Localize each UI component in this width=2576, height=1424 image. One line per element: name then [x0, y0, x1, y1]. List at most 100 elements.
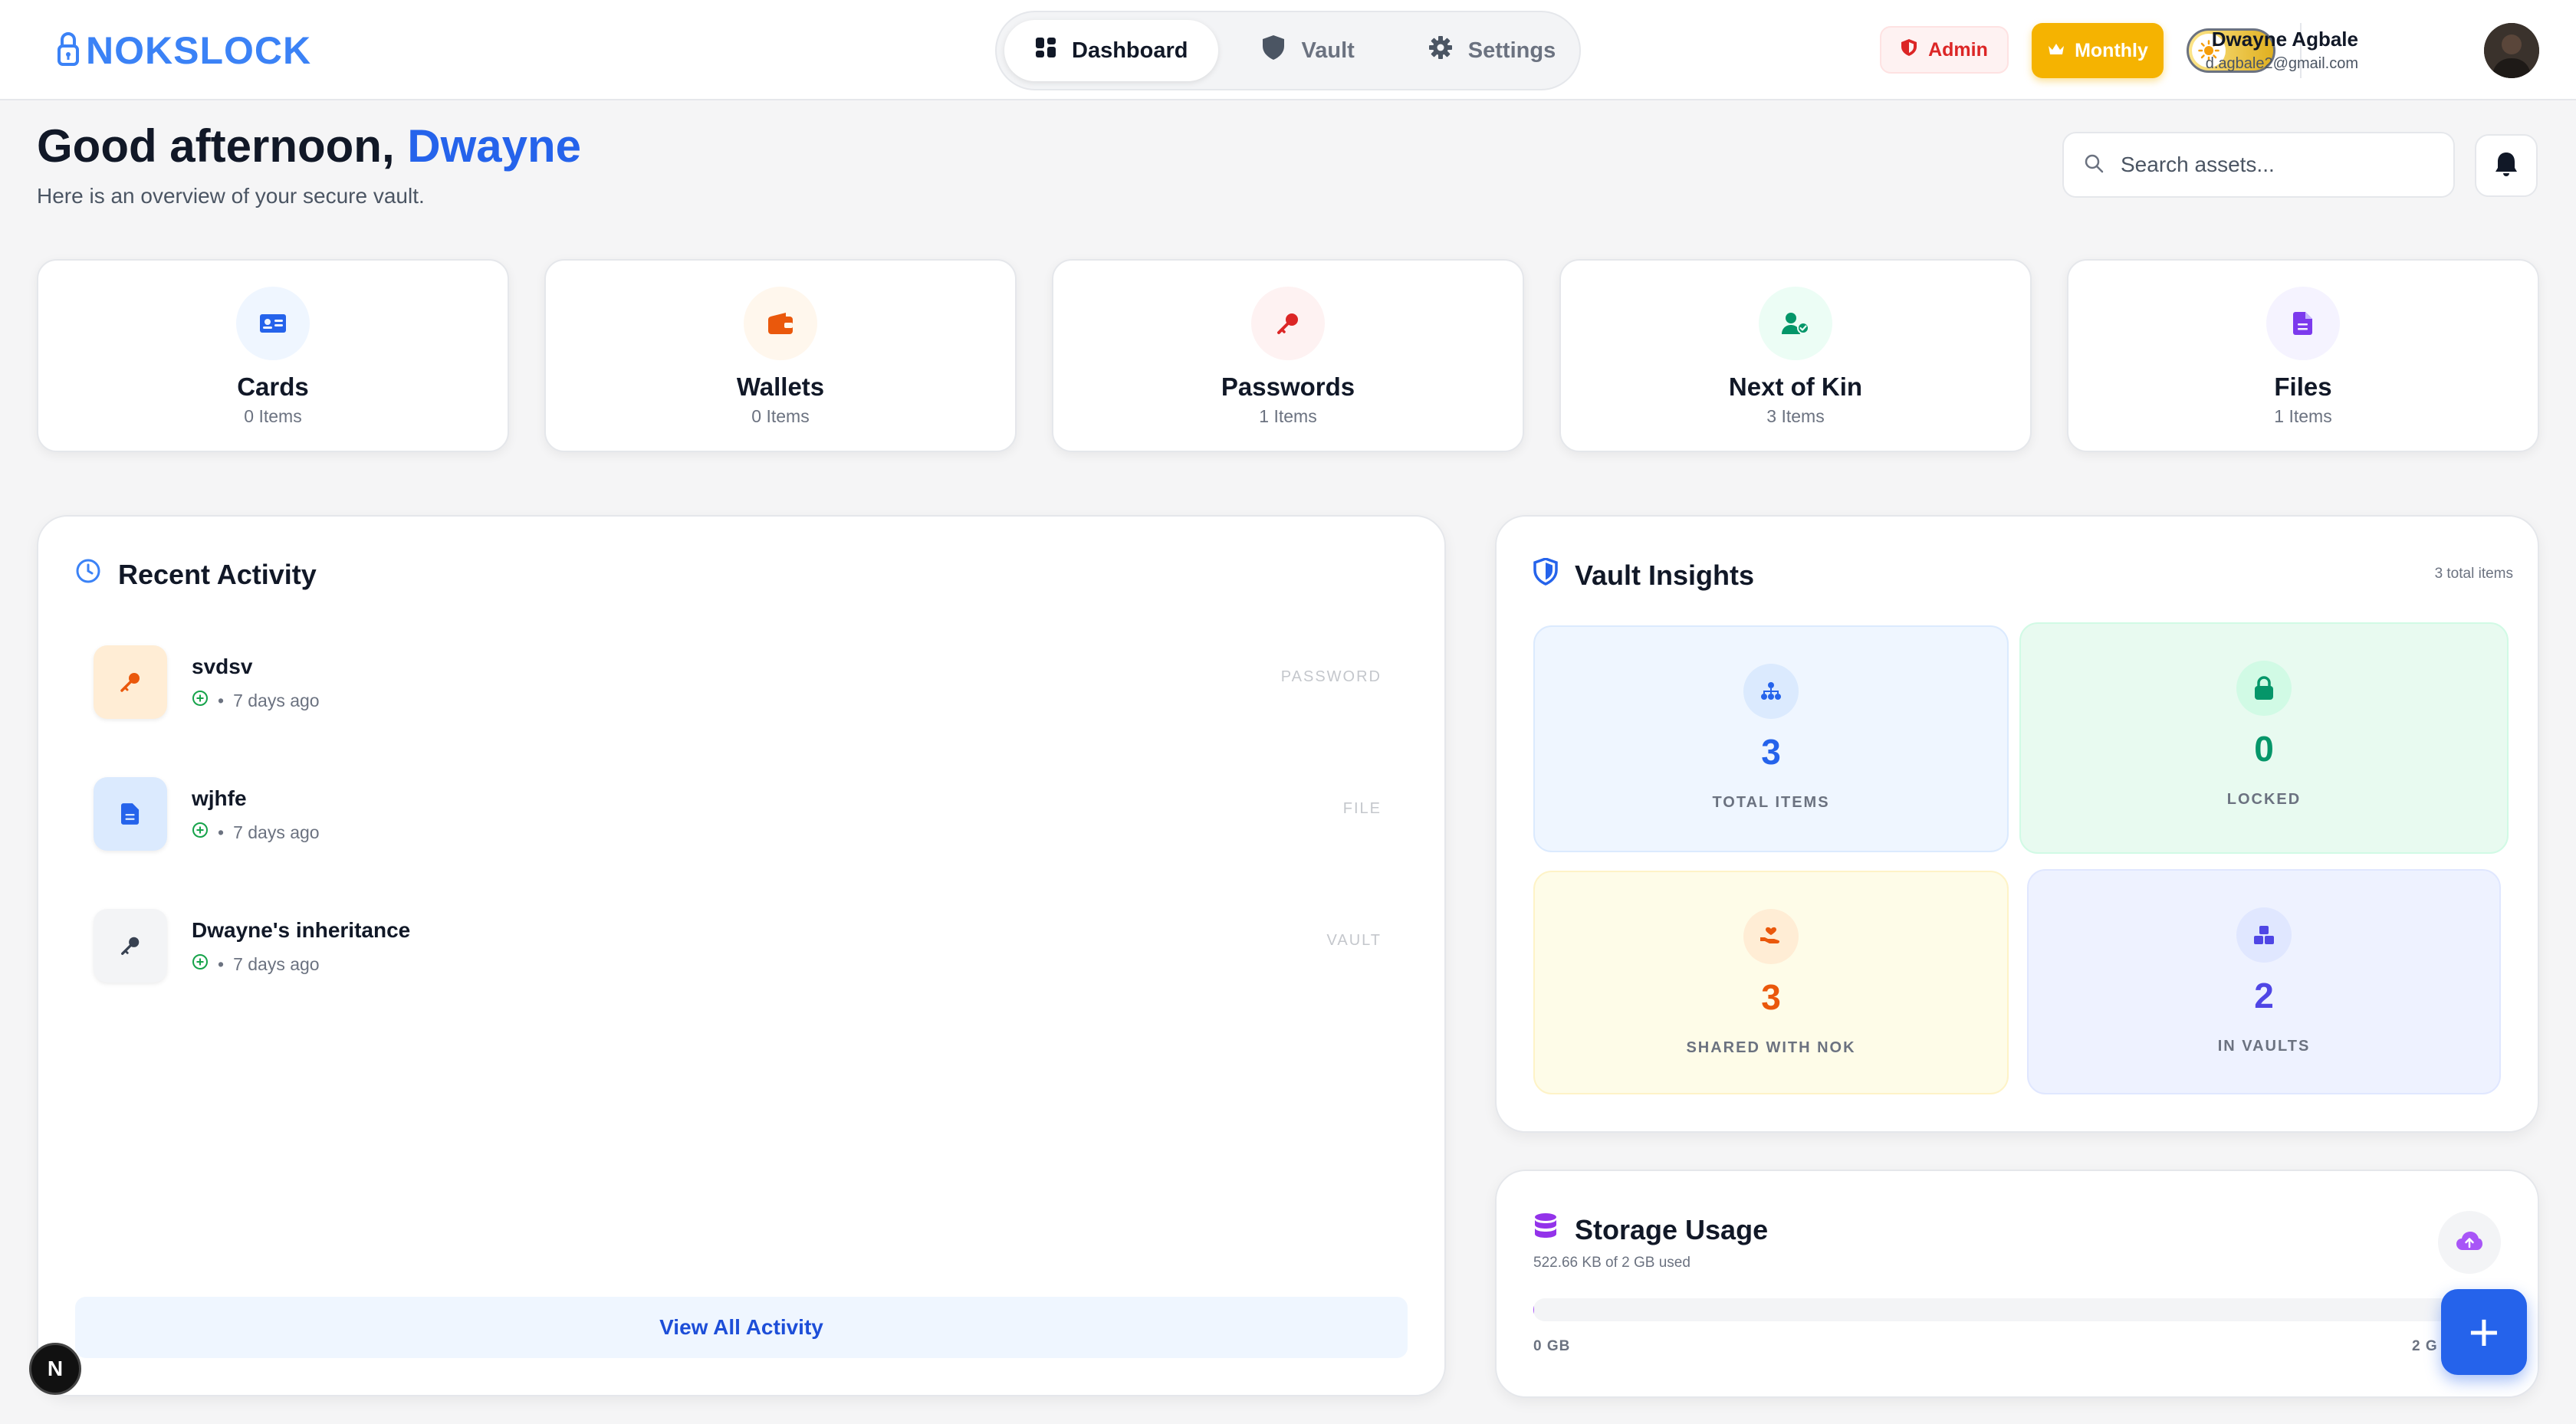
insight-value: 3 — [1761, 732, 1781, 772]
network-icon — [1743, 664, 1799, 719]
search-box[interactable] — [2062, 132, 2455, 198]
activity-time: 7 days ago — [233, 822, 320, 842]
category-card-passwords[interactable]: Passwords 1 Items — [1052, 259, 1524, 452]
insight-label: SHARED WITH NOK — [1686, 1039, 1856, 1056]
user-check-icon — [1759, 287, 1832, 360]
user-name: Dwayne Agbale — [2211, 28, 2358, 51]
key-icon — [94, 909, 167, 983]
key-icon — [94, 645, 167, 719]
category-title: Passwords — [1221, 372, 1355, 401]
list-item[interactable]: svdsv • 7 days ago PASSWORD — [94, 645, 1382, 722]
shield-icon — [1901, 38, 1917, 62]
plus-circle-icon — [192, 822, 209, 843]
page-subtitle: Here is an overview of your secure vault… — [37, 184, 425, 208]
plan-badge[interactable]: Monthly — [2032, 23, 2164, 78]
plan-badge-label: Monthly — [2075, 39, 2148, 61]
nav-dashboard[interactable]: Dashboard — [1004, 20, 1219, 81]
main-nav: Dashboard Vault Settings — [995, 11, 1581, 90]
user-email: d.agbale2@gmail.com — [2205, 55, 2358, 72]
activity-meta: • 7 days ago — [192, 690, 320, 711]
shield-icon — [1261, 34, 1286, 67]
boxes-icon — [2236, 907, 2292, 963]
activity-meta: • 7 days ago — [192, 953, 320, 975]
insight-value: 0 — [2254, 729, 2274, 769]
category-count: 1 Items — [2274, 406, 2332, 426]
insight-label: TOTAL ITEMS — [1712, 794, 1830, 811]
category-card-files[interactable]: Files 1 Items — [2067, 259, 2539, 452]
storage-usage-title: Storage Usage — [1575, 1213, 1769, 1245]
id-card-icon — [236, 287, 310, 360]
search-icon — [2084, 153, 2104, 177]
activity-time: 7 days ago — [233, 953, 320, 974]
dev-tools-badge[interactable]: N — [29, 1343, 81, 1395]
notifications-button[interactable] — [2475, 134, 2538, 197]
storage-usage-panel — [1495, 1170, 2539, 1398]
nav-vault-label: Vault — [1301, 38, 1355, 63]
vault-insights-header: Vault Insights — [1533, 557, 1755, 592]
search-input[interactable] — [2121, 153, 2427, 177]
dot-separator: • — [218, 822, 225, 842]
insight-label: LOCKED — [2226, 791, 2302, 808]
activity-time: 7 days ago — [233, 690, 320, 710]
category-count: 0 Items — [751, 406, 810, 426]
category-title: Files — [2274, 372, 2332, 401]
storage-usage-header: Storage Usage — [1533, 1212, 1768, 1247]
category-title: Next of Kin — [1728, 372, 1863, 401]
lock-icon — [57, 31, 80, 71]
shield-icon — [1533, 557, 1558, 592]
wallet-icon — [744, 287, 817, 360]
activity-title: wjhfe — [192, 786, 247, 810]
brand-logo[interactable]: NOKSLOCK — [57, 28, 311, 74]
nav-dashboard-label: Dashboard — [1072, 38, 1188, 63]
list-item[interactable]: Dwayne's inheritance • 7 days ago VAULT — [94, 909, 1382, 986]
dot-separator: • — [218, 953, 225, 974]
insight-value: 3 — [1761, 977, 1781, 1017]
file-icon — [94, 777, 167, 851]
storage-progress-bar — [1533, 1298, 2501, 1321]
page-title: Good afternoon, Dwayne — [37, 120, 581, 172]
plus-circle-icon — [192, 690, 209, 711]
storage-min-label: 0 GB — [1533, 1338, 1571, 1354]
grid-icon — [1035, 37, 1056, 64]
total-items-label: 3 total items — [2434, 566, 2513, 582]
file-icon — [2266, 287, 2340, 360]
category-card-wallets[interactable]: Wallets 0 Items — [544, 259, 1017, 452]
insight-value: 2 — [2254, 976, 2274, 1016]
storage-max-label: 2 G — [2412, 1338, 2438, 1354]
storage-used-label: 522.66 KB of 2 GB used — [1533, 1255, 1691, 1271]
insight-tile-in-vaults: 2 IN VAULTS — [2027, 869, 2501, 1094]
recent-activity-header: Recent Activity — [75, 558, 317, 591]
activity-title: Dwayne's inheritance — [192, 918, 411, 942]
vault-insights-title: Vault Insights — [1575, 559, 1755, 591]
insight-label: IN VAULTS — [2217, 1038, 2311, 1055]
category-count: 3 Items — [1766, 406, 1825, 426]
category-title: Cards — [237, 372, 309, 401]
crown-icon — [2047, 40, 2065, 62]
category-card-next-of-kin[interactable]: Next of Kin 3 Items — [1559, 259, 2032, 452]
category-title: Wallets — [736, 372, 825, 401]
cloud-upload-icon — [2456, 1230, 2483, 1255]
recent-activity-title: Recent Activity — [118, 558, 317, 590]
add-item-button[interactable]: + — [2441, 1289, 2527, 1375]
plus-circle-icon — [192, 953, 209, 975]
category-count: 1 Items — [1259, 406, 1317, 426]
insight-tile-locked: 0 LOCKED — [2019, 622, 2509, 854]
upload-button[interactable] — [2438, 1211, 2501, 1274]
list-item[interactable]: wjhfe • 7 days ago FILE — [94, 777, 1382, 854]
brand-name: NOKSLOCK — [86, 29, 312, 72]
category-card-cards[interactable]: Cards 0 Items — [37, 259, 509, 452]
nav-settings-label: Settings — [1467, 38, 1556, 63]
activity-meta: • 7 days ago — [192, 822, 320, 843]
admin-badge[interactable]: Admin — [1880, 26, 2009, 74]
activity-type: PASSWORD — [1280, 668, 1382, 685]
activity-type: VAULT — [1326, 932, 1382, 949]
view-all-activity-button[interactable]: View All Activity — [75, 1297, 1408, 1358]
insight-tile-shared: 3 SHARED WITH NOK — [1533, 871, 2009, 1094]
greeting-name: Dwayne — [407, 120, 582, 172]
gear-icon — [1428, 35, 1453, 66]
nav-settings[interactable]: Settings — [1398, 20, 1586, 81]
dot-separator: • — [218, 690, 225, 710]
nav-vault[interactable]: Vault — [1230, 20, 1385, 81]
avatar[interactable] — [2484, 23, 2539, 78]
lock-icon — [2236, 661, 2292, 716]
